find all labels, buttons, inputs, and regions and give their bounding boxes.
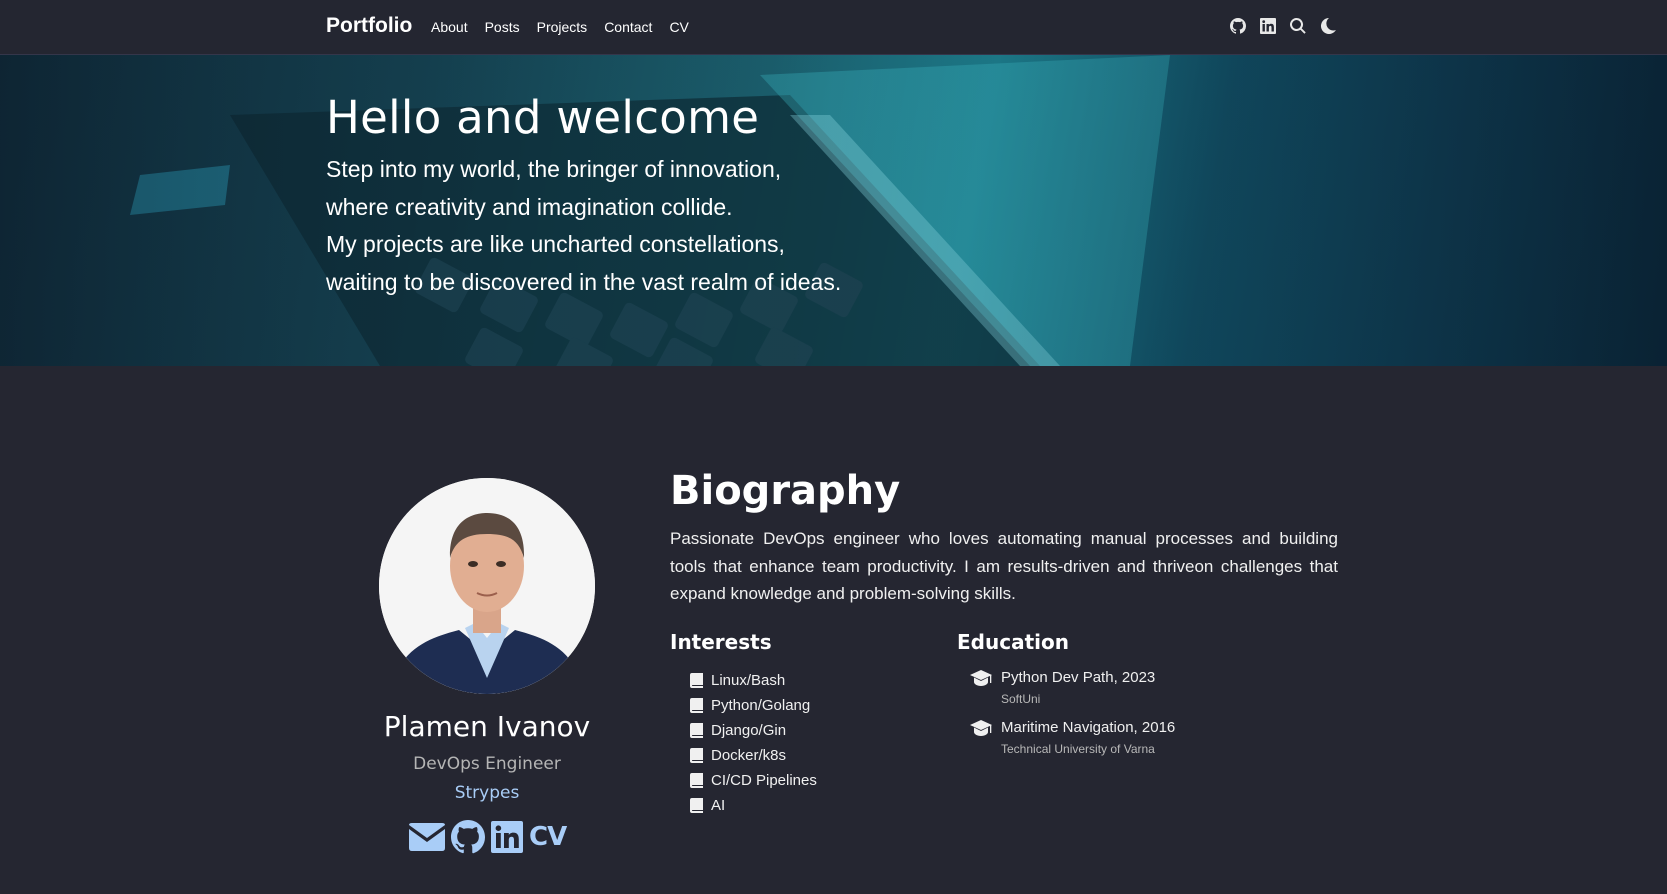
education-title: Education [957, 630, 1069, 654]
nav-link-cv[interactable]: CV [669, 19, 688, 35]
avatar [379, 478, 595, 694]
hero-title: Hello and welcome [326, 91, 760, 144]
biography-title: Biography [670, 468, 901, 514]
book-icon [690, 698, 703, 713]
cv-link[interactable]: CV [529, 820, 567, 854]
organization-link[interactable]: Strypes [336, 783, 638, 803]
profile-name: Plamen Ivanov [383, 710, 591, 743]
education-degree: Python Dev Path, 2023 [1001, 669, 1156, 686]
biography-text: Passionate DevOps engineer who loves aut… [670, 529, 1338, 603]
education-institution: Technical University of Varna [1001, 742, 1155, 756]
book-icon [690, 798, 703, 813]
book-icon [690, 773, 703, 788]
profile-photo [379, 478, 595, 694]
moon-icon[interactable] [1319, 17, 1337, 35]
education-institution: SoftUni [1001, 692, 1041, 706]
nav-link-contact[interactable]: Contact [604, 19, 652, 35]
nav-link-projects[interactable]: Projects [537, 19, 588, 35]
hero-line: where creativity and imagination collide… [326, 193, 733, 220]
interest-label: Django/Gin [711, 722, 787, 739]
linkedin-icon[interactable] [491, 820, 523, 854]
interest-label: Linux/Bash [711, 672, 786, 689]
interests-title: Interests [670, 630, 772, 654]
hero-line: Step into my world, the bringer of innov… [326, 156, 782, 182]
hero-line: waiting to be discovered in the vast rea… [326, 268, 842, 295]
linkedin-icon[interactable] [1259, 17, 1277, 35]
envelope-icon[interactable] [409, 820, 445, 854]
top-navbar: Portfolio About Posts Projects Contact C… [0, 0, 1667, 55]
graduation-cap-icon [970, 720, 992, 736]
github-icon[interactable] [451, 820, 485, 854]
list-item: Docker/k8s [690, 743, 817, 768]
list-item: Django/Gin [690, 718, 817, 743]
interest-label: Python/Golang [711, 697, 811, 714]
list-item: AI [690, 793, 817, 818]
profile-role: DevOps Engineer [413, 754, 561, 774]
github-icon[interactable] [1229, 17, 1247, 35]
social-links: CV [409, 820, 567, 854]
interest-label: Docker/k8s [711, 747, 787, 764]
education-degree: Maritime Navigation, 2016 [1001, 719, 1176, 736]
graduation-cap-icon [970, 670, 992, 686]
interest-label: CI/CD Pipelines [711, 772, 817, 789]
nav-links: About Posts Projects Contact CV [431, 19, 689, 35]
interests-list: Linux/Bash Python/Golang Django/Gin Dock… [690, 668, 817, 818]
nav-link-posts[interactable]: Posts [485, 19, 520, 35]
list-item: Python Dev Path, 2023 SoftUni [970, 668, 1175, 708]
list-item: CI/CD Pipelines [690, 768, 817, 793]
list-item: Maritime Navigation, 2016 Technical Univ… [970, 718, 1175, 758]
nav-link-about[interactable]: About [431, 19, 468, 35]
nav-icons [1229, 17, 1337, 35]
search-icon[interactable] [1289, 17, 1307, 35]
education-list: Python Dev Path, 2023 SoftUni Maritime N… [970, 668, 1175, 768]
brand-link[interactable]: Portfolio [326, 14, 412, 38]
hero-line: My projects are like uncharted constella… [326, 231, 785, 257]
hero-banner: Hello and welcome Step into my world, th… [0, 55, 1667, 366]
interest-label: AI [711, 797, 726, 814]
book-icon [690, 748, 703, 763]
book-icon [690, 673, 703, 688]
list-item: Python/Golang [690, 693, 817, 718]
book-icon [690, 723, 703, 738]
hero-tagline: Step into my world, the bringer of innov… [326, 151, 841, 301]
list-item: Linux/Bash [690, 668, 817, 693]
